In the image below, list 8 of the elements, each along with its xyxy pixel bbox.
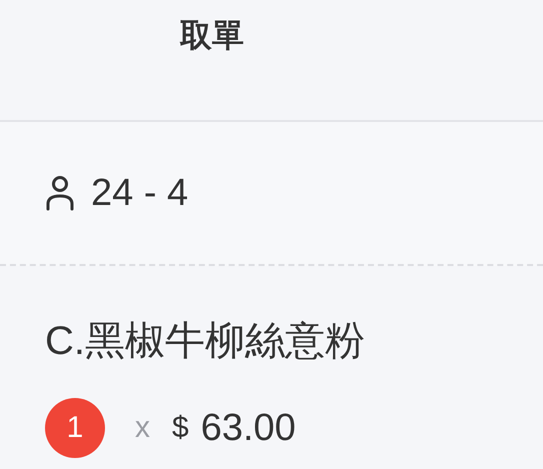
guest-count: 24 - 4: [91, 172, 188, 214]
quantity-badge: 1: [45, 398, 105, 458]
times-sign: x: [135, 411, 150, 445]
item-name: C.黑椒牛柳絲意粉: [45, 318, 366, 365]
item-price: 63.00: [200, 406, 296, 450]
person-icon: [45, 175, 75, 211]
currency-sign: $: [172, 411, 189, 445]
tab[interactable]: 取單: [150, 0, 274, 72]
